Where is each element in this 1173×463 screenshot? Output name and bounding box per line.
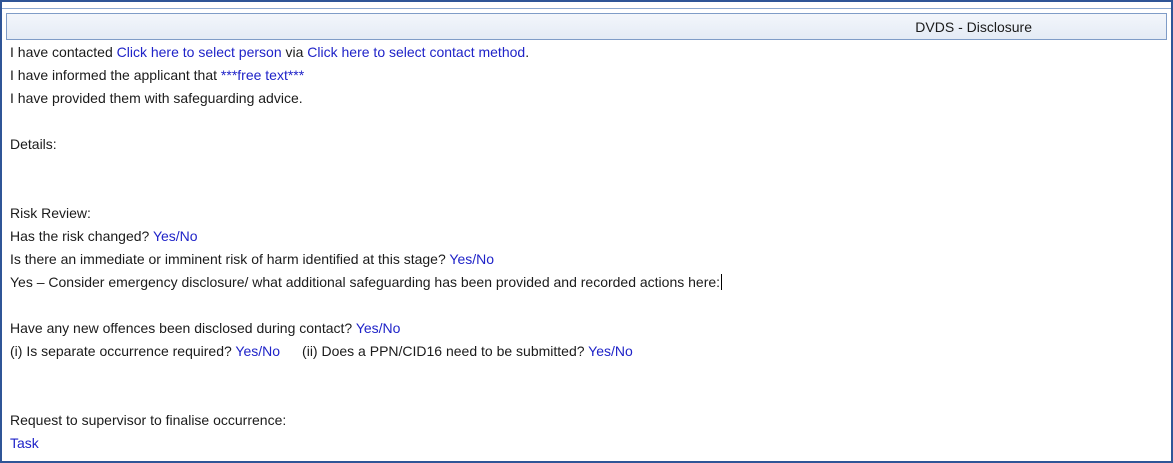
new-offences-line: Have any new offences been disclosed dur…	[10, 317, 1163, 340]
ppn-yes-no[interactable]: Yes/No	[588, 343, 633, 359]
new-offences-yes-no[interactable]: Yes/No	[356, 320, 401, 336]
select-person-link[interactable]: Click here to select person	[117, 44, 282, 60]
task-link[interactable]: Task	[10, 435, 39, 451]
contact-prefix: I have contacted	[10, 44, 117, 60]
top-divider	[2, 8, 1171, 9]
consider-disclosure-line: Yes – Consider emergency disclosure/ wha…	[10, 271, 1163, 294]
ppn-question: (ii) Does a PPN/CID16 need to be submitt…	[302, 343, 589, 359]
risk-changed-question: Has the risk changed?	[10, 228, 153, 244]
informed-line: I have informed the applicant that ***fr…	[10, 64, 1163, 87]
separate-occurrence-question: (i) Is separate occurrence required?	[10, 343, 236, 359]
details-label: Details:	[10, 136, 57, 152]
imminent-risk-line: Is there an immediate or imminent risk o…	[10, 248, 1163, 271]
new-offences-question: Have any new offences been disclosed dur…	[10, 320, 356, 336]
contact-line: I have contacted Click here to select pe…	[10, 41, 1163, 64]
dvds-disclosure-window: DVDS - Disclosure I have contacted Click…	[0, 0, 1173, 463]
disclosure-form-text[interactable]: I have contacted Click here to select pe…	[10, 41, 1163, 455]
risk-changed-line: Has the risk changed? Yes/No	[10, 225, 1163, 248]
risk-review-label: Risk Review:	[10, 205, 91, 221]
supervisor-request-label: Request to supervisor to finalise occurr…	[10, 412, 287, 428]
window-header: DVDS - Disclosure	[6, 13, 1167, 40]
imminent-risk-question: Is there an immediate or imminent risk o…	[10, 251, 450, 267]
imminent-risk-yes-no[interactable]: Yes/No	[449, 251, 494, 267]
text-cursor	[721, 274, 723, 290]
select-contact-method-link[interactable]: Click here to select contact method	[307, 44, 525, 60]
free-text-field[interactable]: ***free text***	[221, 67, 304, 83]
contact-middle: via	[281, 44, 308, 60]
risk-changed-yes-no[interactable]: Yes/No	[153, 228, 198, 244]
informed-prefix: I have informed the applicant that	[10, 67, 221, 83]
task-line: Task	[10, 432, 1163, 455]
window-title: DVDS - Disclosure	[915, 19, 1032, 35]
safeguarding-advice-line: I have provided them with safeguarding a…	[10, 90, 303, 106]
occurrence-ppn-line: (i) Is separate occurrence required? Yes…	[10, 340, 1163, 363]
consider-disclosure-text: Yes – Consider emergency disclosure/ wha…	[10, 274, 721, 290]
contact-suffix: .	[525, 44, 530, 60]
separate-occurrence-yes-no[interactable]: Yes/No	[235, 343, 280, 359]
